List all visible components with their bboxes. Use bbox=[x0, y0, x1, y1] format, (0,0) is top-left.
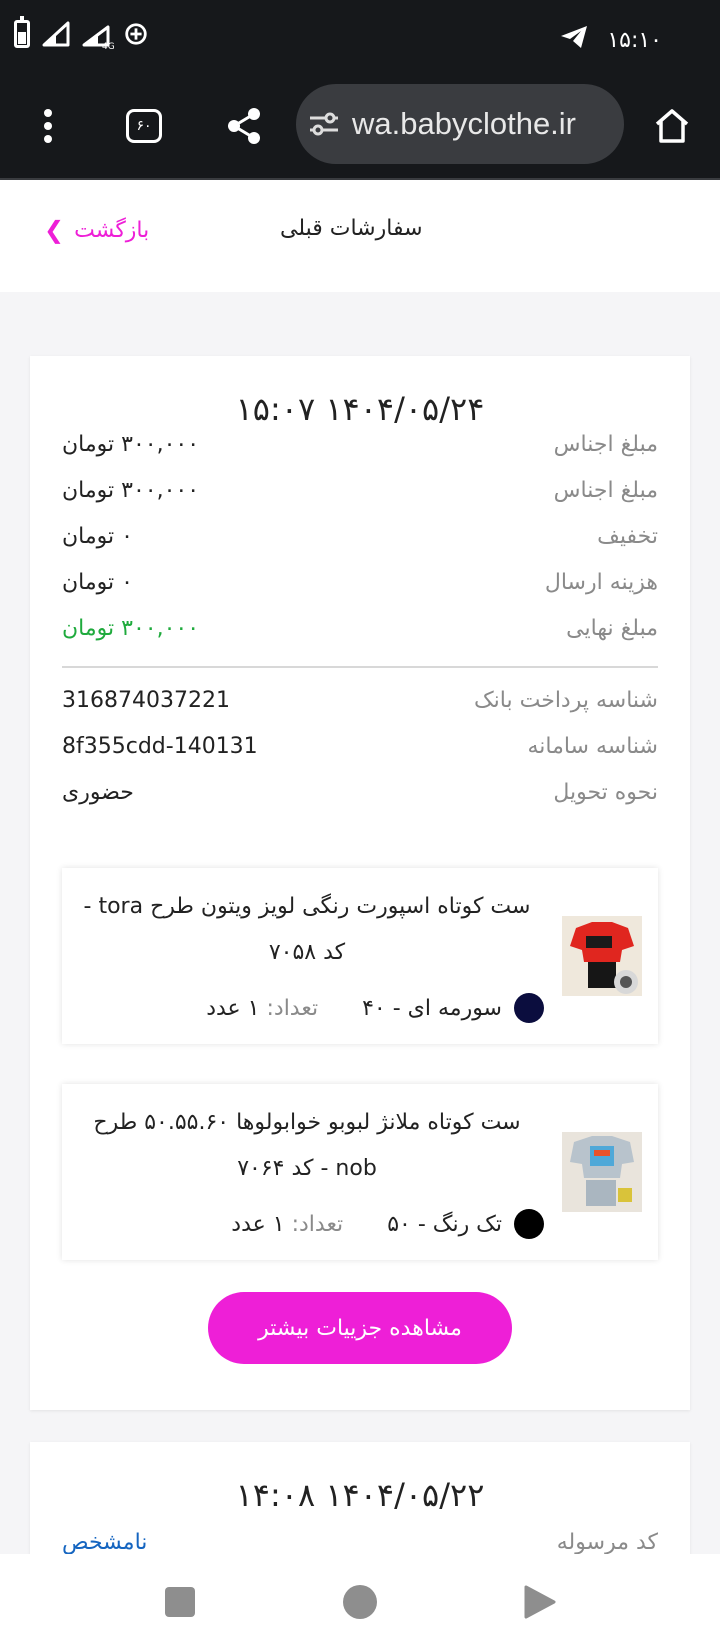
menu-dots-icon[interactable] bbox=[24, 102, 72, 150]
product-image bbox=[562, 1132, 642, 1212]
row-label: شناسه سامانه bbox=[527, 733, 658, 759]
row-label: مبلغ اجناس bbox=[553, 477, 658, 503]
browser-toolbar: ۶۰ wa.babyclothe.ir bbox=[0, 74, 720, 180]
tabs-button[interactable]: ۶۰ bbox=[120, 102, 168, 150]
order-row: شناسه سامانه 8f355cdd-140131 bbox=[62, 726, 658, 766]
row-value: 8f355cdd-140131 bbox=[62, 733, 258, 759]
divider bbox=[62, 666, 658, 668]
row-value: ۰ تومان bbox=[62, 569, 133, 595]
order-row-final-amount: مبلغ نهایی ۳۰۰,۰۰۰ تومان bbox=[62, 608, 658, 648]
status-bar: 4G ۱۵:۱۰ bbox=[0, 0, 720, 74]
row-label: مبلغ اجناس bbox=[553, 431, 658, 457]
page-header: سفارشات قبلی ❮ بازگشت bbox=[0, 180, 720, 292]
product-name: ست کوتاه ملانژ لبوبو خوابولوها ۵۰.۵۵.۶۰ … bbox=[93, 1110, 521, 1181]
home-nav-icon[interactable] bbox=[342, 1584, 378, 1620]
status-icons-right: ۱۵:۱۰ bbox=[559, 24, 662, 56]
back-button[interactable]: ❮ بازگشت bbox=[44, 216, 149, 244]
row-value: ۰ تومان bbox=[62, 523, 133, 549]
product-variant: سورمه ای - ۴۰ bbox=[362, 995, 502, 1021]
order-row: کد مرسوله نامشخص bbox=[62, 1522, 658, 1555]
row-label: شناسه پرداخت بانک bbox=[473, 687, 658, 713]
product-item[interactable]: ست کوتاه اسپورت رنگی لویز ویتون طرح tora… bbox=[62, 868, 658, 1044]
chevron-left-icon: ❮ bbox=[44, 216, 65, 244]
battery-icon bbox=[14, 16, 30, 48]
order-row: تخفیف ۰ تومان bbox=[62, 516, 658, 556]
site-settings-icon[interactable] bbox=[296, 84, 352, 164]
order-row: هزینه ارسال ۰ تومان bbox=[62, 562, 658, 602]
color-swatch bbox=[514, 993, 544, 1023]
product-image bbox=[562, 916, 642, 996]
row-label: کد مرسوله bbox=[556, 1529, 658, 1555]
network-type-label: 4G bbox=[102, 42, 115, 52]
view-details-button[interactable]: مشاهده جزییات بیشتر bbox=[208, 1292, 512, 1364]
telegram-icon bbox=[559, 24, 589, 56]
order-date: ۱۴۰۴/۰۵/۲۴ ۱۵:۰۷ bbox=[235, 390, 485, 428]
orders-list: ۱۴۰۴/۰۵/۲۴ ۱۵:۰۷ مبلغ اجناس ۳۰۰,۰۰۰ توما… bbox=[0, 292, 720, 1554]
product-variant: تک رنگ - ۵۰ bbox=[387, 1211, 502, 1237]
tabs-icon: ۶۰ bbox=[126, 109, 162, 143]
tracking-code-link[interactable]: نامشخص bbox=[62, 1530, 147, 1555]
url-text: wa.babyclothe.ir bbox=[352, 106, 577, 141]
quantity-value: ۱ عدد bbox=[206, 995, 260, 1021]
product-item[interactable]: ست کوتاه ملانژ لبوبو خوابولوها ۵۰.۵۵.۶۰ … bbox=[62, 1084, 658, 1260]
row-value: ۳۰۰,۰۰۰ تومان bbox=[62, 431, 200, 457]
order-row: مبلغ اجناس ۳۰۰,۰۰۰ تومان bbox=[62, 424, 658, 464]
quantity-label: تعداد: bbox=[266, 995, 319, 1021]
recents-icon[interactable] bbox=[162, 1584, 198, 1620]
tab-count: ۶۰ bbox=[136, 118, 152, 134]
url-bar[interactable]: wa.babyclothe.ir bbox=[296, 84, 624, 164]
row-value: ۳۰۰,۰۰۰ تومان bbox=[62, 615, 200, 641]
row-value: حضوری bbox=[62, 779, 134, 805]
data-saver-icon bbox=[122, 21, 150, 47]
row-value: ۳۰۰,۰۰۰ تومان bbox=[62, 477, 200, 503]
row-label: هزینه ارسال bbox=[544, 569, 658, 595]
row-value: 316874037221 bbox=[62, 687, 230, 713]
status-icons-left: 4G bbox=[14, 16, 150, 52]
back-button-label: بازگشت bbox=[74, 217, 150, 243]
quantity-label: تعداد: bbox=[291, 1211, 344, 1237]
row-label: تخفیف bbox=[597, 523, 658, 549]
back-icon[interactable] bbox=[522, 1584, 558, 1620]
row-label: نحوه تحویل bbox=[553, 779, 658, 805]
quantity-value: ۱ عدد bbox=[231, 1211, 285, 1237]
product-quantity: تعداد: ۱ عدد bbox=[206, 996, 318, 1021]
page-title: سفارشات قبلی bbox=[280, 216, 423, 241]
product-quantity: تعداد: ۱ عدد bbox=[231, 1212, 343, 1237]
product-name: ست کوتاه اسپورت رنگی لویز ویتون طرح tora… bbox=[83, 894, 531, 965]
order-row: نحوه تحویل حضوری bbox=[62, 772, 658, 812]
order-date: ۱۴۰۴/۰۵/۲۲ ۱۴:۰۸ bbox=[235, 1476, 485, 1514]
status-time: ۱۵:۱۰ bbox=[607, 27, 662, 53]
order-card: ۱۴۰۴/۰۵/۲۴ ۱۵:۰۷ مبلغ اجناس ۳۰۰,۰۰۰ توما… bbox=[30, 356, 690, 1410]
color-swatch bbox=[514, 1209, 544, 1239]
order-card: ۱۴۰۴/۰۵/۲۲ ۱۴:۰۸ کد مرسوله نامشخص bbox=[30, 1442, 690, 1554]
order-row: مبلغ اجناس ۳۰۰,۰۰۰ تومان bbox=[62, 470, 658, 510]
product-meta: سورمه ای - ۴۰ تعداد: ۱ عدد bbox=[70, 988, 544, 1028]
order-row: شناسه پرداخت بانک 316874037221 bbox=[62, 680, 658, 720]
share-icon[interactable] bbox=[220, 102, 268, 150]
row-label: مبلغ نهایی bbox=[566, 615, 658, 641]
product-meta: تک رنگ - ۵۰ تعداد: ۱ عدد bbox=[70, 1204, 544, 1244]
signal-icon bbox=[42, 21, 70, 47]
home-icon[interactable] bbox=[648, 102, 696, 150]
system-nav-bar bbox=[0, 1554, 720, 1650]
